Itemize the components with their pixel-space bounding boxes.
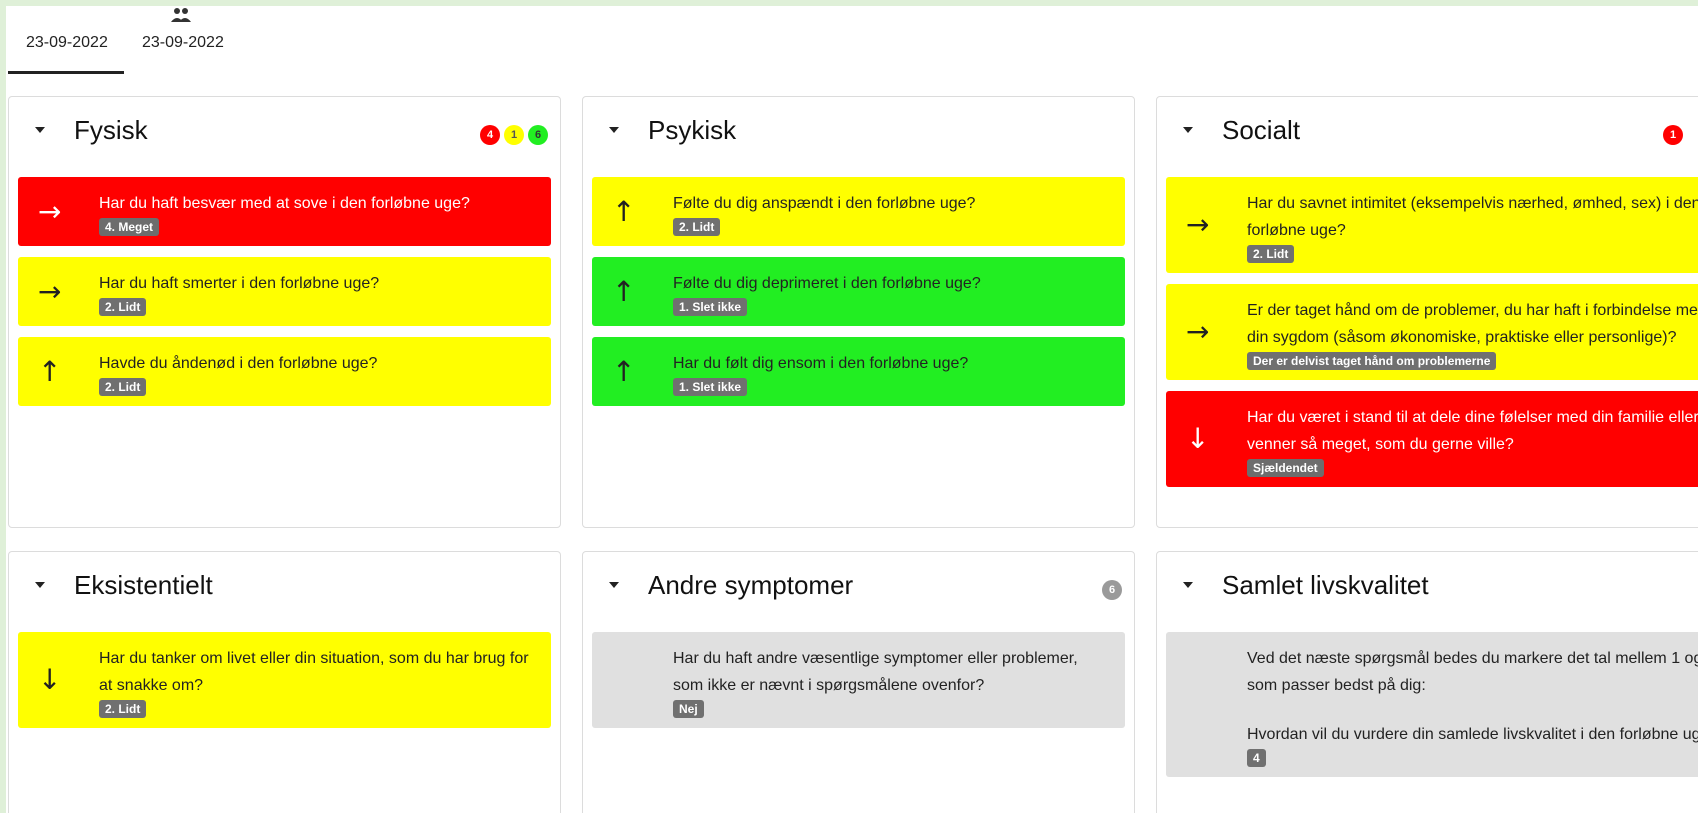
arrow-up-icon: ↑ <box>612 274 636 308</box>
question-text: Er der taget hånd om de problemer, du ha… <box>1247 302 1698 346</box>
collapse-caret-icon[interactable] <box>1183 127 1193 133</box>
answer-tag: Der er delvist taget hånd om problemerne <box>1247 352 1497 370</box>
answer-tag: Sjældendet <box>1247 459 1324 477</box>
arrow-down-icon: ↓ <box>38 663 62 696</box>
panel-title: Fysisk <box>74 115 148 145</box>
panel-title: Eksistentielt <box>74 570 213 600</box>
arrow-right-icon: → <box>38 274 62 308</box>
question-text: Har du haft smerter i den forløbne uge? <box>99 275 380 292</box>
arrow-up-icon: ↑ <box>38 354 62 388</box>
question-item[interactable]: → Er der taget hånd om de problemer, du … <box>1166 284 1698 380</box>
tab-date-1[interactable]: 23-09-2022 <box>26 34 108 52</box>
collapse-caret-icon[interactable] <box>609 582 619 588</box>
gray-count-badge: 6 <box>1102 580 1122 600</box>
tab-bar: 23-09-2022 23-09-2022 <box>6 6 1698 76</box>
question-item[interactable]: Ved det næste spørgsmål bedes du markere… <box>1166 632 1698 777</box>
panel-fysisk: Fysisk 4 1 6 → Har du haft besvær med at… <box>8 96 561 528</box>
answer-tag: Nej <box>673 700 704 718</box>
question-item[interactable]: ↑ Følte du dig anspændt i den forløbne u… <box>592 177 1125 246</box>
question-item[interactable]: ↑ Havde du åndenød i den forløbne uge? 2… <box>18 337 551 406</box>
question-text: Har du følt dig ensom i den forløbne uge… <box>673 355 969 372</box>
question-text: Har du tanker om livet eller din situati… <box>99 650 529 694</box>
arrow-down-icon: ↓ <box>1186 422 1210 455</box>
question-text-2: Hvordan vil du vurdere din samlede livsk… <box>1247 726 1698 743</box>
panel-title: Andre symptomer <box>648 570 854 600</box>
question-item[interactable]: → Har du haft besvær med at sove i den f… <box>18 177 551 246</box>
answer-tag: 4. Meget <box>99 218 160 236</box>
panel-header: Socialt 1 <box>1157 97 1698 167</box>
question-item[interactable]: → Har du savnet intimitet (eksempelvis n… <box>1166 177 1698 273</box>
collapse-caret-icon[interactable] <box>35 582 45 588</box>
panel-header: Andre symptomer 6 <box>583 552 1134 622</box>
arrow-up-icon: ↑ <box>612 194 636 228</box>
tab-date-2[interactable]: 23-09-2022 <box>142 34 224 52</box>
collapse-caret-icon[interactable] <box>609 127 619 133</box>
red-count-badge: 4 <box>480 125 500 145</box>
answer-tag: 2. Lidt <box>99 298 147 316</box>
answer-tag: 1. Slet ikke <box>673 378 748 396</box>
badge-group: 4 1 6 <box>480 125 548 145</box>
panel-samlet-livskvalitet: Samlet livskvalitet Ved det næste spørgs… <box>1156 551 1698 813</box>
active-tab-indicator <box>8 71 124 74</box>
answer-tag: 2. Lidt <box>673 218 721 236</box>
arrow-right-icon: → <box>38 194 62 228</box>
question-item[interactable]: Har du haft andre væsentlige symptomer e… <box>592 632 1125 728</box>
panel-andre-symptomer: Andre symptomer 6 Har du haft andre væse… <box>582 551 1135 813</box>
panel-title: Socialt <box>1222 115 1301 145</box>
question-item[interactable]: ↑ Følte du dig deprimeret i den forløbne… <box>592 257 1125 326</box>
page: 23-09-2022 23-09-2022 Fysisk 4 1 6 → Har… <box>6 6 1698 813</box>
answer-tag: 1. Slet ikke <box>673 298 748 316</box>
panel-title: Samlet livskvalitet <box>1222 570 1429 600</box>
green-count-badge: 6 <box>528 125 548 145</box>
panel-header: Psykisk <box>583 97 1134 167</box>
panel-header: Eksistentielt <box>9 552 560 622</box>
group-icon <box>171 8 191 22</box>
question-text: Har du haft andre væsentlige symptomer e… <box>673 650 1078 694</box>
panel-header: Samlet livskvalitet <box>1157 552 1698 622</box>
question-text: Havde du åndenød i den forløbne uge? <box>99 355 378 372</box>
answer-tag: 4 <box>1247 749 1266 767</box>
collapse-caret-icon[interactable] <box>1183 582 1193 588</box>
collapse-caret-icon[interactable] <box>35 127 45 133</box>
question-item[interactable]: ↓ Har du tanker om livet eller din situa… <box>18 632 551 728</box>
panel-eksistentielt: Eksistentielt ↓ Har du tanker om livet e… <box>8 551 561 813</box>
question-text: Ved det næste spørgsmål bedes du markere… <box>1247 650 1698 694</box>
panel-header: Fysisk 4 1 6 <box>9 97 560 167</box>
arrow-right-icon: → <box>1186 208 1210 241</box>
question-text: Følte du dig deprimeret i den forløbne u… <box>673 275 981 292</box>
arrow-up-icon: ↑ <box>612 354 636 388</box>
panel-psykisk: Psykisk ↑ Følte du dig anspændt i den fo… <box>582 96 1135 528</box>
question-text: Følte du dig anspændt i den forløbne uge… <box>673 195 976 212</box>
red-count-badge: 1 <box>1663 125 1683 145</box>
arrow-right-icon: → <box>1186 315 1210 348</box>
badge-group: 1 <box>1663 125 1683 145</box>
question-item[interactable]: → Har du haft smerter i den forløbne uge… <box>18 257 551 326</box>
panel-title: Psykisk <box>648 115 737 145</box>
answer-tag: 2. Lidt <box>99 700 147 718</box>
question-text: Har du haft besvær med at sove i den for… <box>99 195 470 212</box>
answer-tag: 2. Lidt <box>1247 245 1295 263</box>
answer-tag: 2. Lidt <box>99 378 147 396</box>
yellow-count-badge: 1 <box>504 125 524 145</box>
question-item[interactable]: ↑ Har du følt dig ensom i den forløbne u… <box>592 337 1125 406</box>
panel-socialt: Socialt 1 → Har du savnet intimitet (eks… <box>1156 96 1698 528</box>
question-text: Har du været i stand til at dele dine fø… <box>1247 409 1698 453</box>
badge-group: 6 <box>1102 580 1122 600</box>
question-item[interactable]: ↓ Har du været i stand til at dele dine … <box>1166 391 1698 487</box>
question-text: Har du savnet intimitet (eksempelvis nær… <box>1247 195 1698 239</box>
